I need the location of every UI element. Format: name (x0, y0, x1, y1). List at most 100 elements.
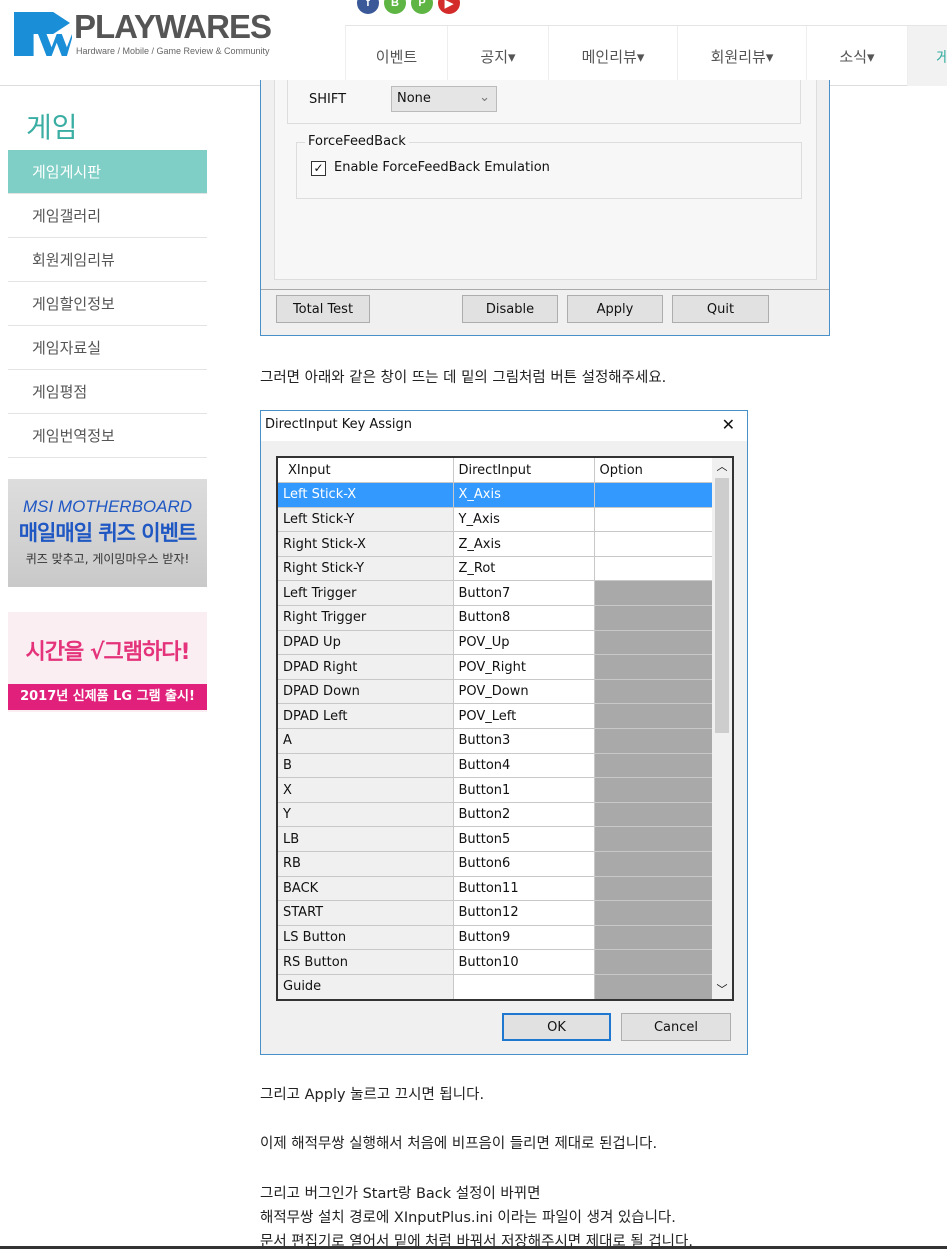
option-cell[interactable] (594, 974, 713, 999)
table-row[interactable]: DPAD Down POV_Down (278, 679, 713, 705)
sidebar-item-archive[interactable]: 게임자료실 (8, 326, 207, 370)
directinput-cell[interactable]: Z_Axis (453, 531, 595, 557)
sidebar-item-translation[interactable]: 게임번역정보 (8, 414, 207, 458)
xinput-cell[interactable]: X (278, 777, 454, 803)
directinput-cell[interactable]: Y_Axis (453, 507, 595, 533)
option-cell[interactable] (594, 728, 713, 754)
option-cell[interactable] (594, 679, 713, 705)
table-row[interactable]: Right Stick-X Z_Axis (278, 531, 713, 557)
option-cell[interactable] (594, 900, 713, 926)
table-row[interactable]: X Button1 (278, 777, 713, 803)
table-row[interactable]: DPAD Right POV_Right (278, 654, 713, 680)
directinput-cell[interactable]: Button11 (453, 876, 595, 902)
table-row[interactable]: LS Button Button9 (278, 925, 713, 951)
table-row[interactable]: DPAD Up POV_Up (278, 630, 713, 656)
nav-event[interactable]: 이벤트 (345, 26, 447, 86)
option-cell[interactable] (594, 777, 713, 803)
option-cell[interactable] (594, 802, 713, 828)
option-cell[interactable] (594, 630, 713, 656)
option-cell[interactable] (594, 826, 713, 852)
table-row[interactable]: LB Button5 (278, 826, 713, 852)
column-header-xinput[interactable]: XInput (278, 458, 454, 484)
xinput-cell[interactable]: RS Button (278, 949, 454, 975)
directinput-cell[interactable]: Button7 (453, 580, 595, 607)
xinput-cell[interactable]: RB (278, 851, 454, 877)
scrollbar-thumb[interactable] (715, 478, 729, 733)
xinput-cell[interactable]: Left Stick-X (278, 482, 454, 508)
nav-news[interactable]: 소식▾ (806, 26, 907, 86)
table-row[interactable]: BACK Button11 (278, 876, 713, 902)
xinput-cell[interactable]: DPAD Right (278, 654, 454, 680)
xinput-cell[interactable]: LB (278, 826, 454, 852)
table-row[interactable]: Left Trigger Button7 (278, 580, 713, 607)
directinput-cell[interactable]: POV_Up (453, 630, 595, 656)
option-cell[interactable] (594, 605, 713, 631)
option-cell[interactable] (594, 851, 713, 877)
directinput-cell[interactable]: POV_Right (453, 654, 595, 680)
table-row[interactable]: Y Button2 (278, 802, 713, 828)
xinput-cell[interactable]: LS Button (278, 925, 454, 951)
table-row[interactable]: A Button3 (278, 728, 713, 754)
directinput-cell[interactable]: POV_Left (453, 703, 595, 730)
xinput-cell[interactable]: A (278, 728, 454, 754)
xinput-cell[interactable]: Guide (278, 974, 454, 999)
disable-button[interactable]: Disable (462, 295, 558, 323)
ok-button[interactable]: OK (502, 1013, 611, 1041)
option-cell[interactable] (594, 949, 713, 975)
table-row[interactable]: B Button4 (278, 753, 713, 779)
directinput-cell[interactable]: Button8 (453, 605, 595, 631)
xinput-cell[interactable]: Right Stick-X (278, 531, 454, 557)
scroll-down-icon[interactable]: ﹀ (712, 981, 732, 997)
directinput-cell[interactable]: Button12 (453, 900, 595, 926)
table-row[interactable]: Guide (278, 974, 713, 999)
table-row[interactable]: RB Button6 (278, 851, 713, 877)
option-cell[interactable] (594, 507, 713, 533)
table-row[interactable]: Right Stick-Y Z_Rot (278, 556, 713, 582)
option-cell[interactable] (594, 703, 713, 730)
shift-select[interactable]: None ⌄ (391, 86, 497, 112)
directinput-cell[interactable]: Button9 (453, 925, 595, 951)
xinput-cell[interactable]: Left Stick-Y (278, 507, 454, 533)
xinput-cell[interactable]: DPAD Left (278, 703, 454, 730)
sidebar-item-rating[interactable]: 게임평점 (8, 370, 207, 414)
column-header-directinput[interactable]: DirectInput (453, 458, 595, 484)
sidebar-item-game-board[interactable]: 게임게시판 (8, 150, 207, 194)
apply-button[interactable]: Apply (567, 295, 663, 323)
directinput-cell[interactable]: Button6 (453, 851, 595, 877)
nav-notice[interactable]: 공지▾ (447, 26, 548, 86)
facebook-icon[interactable]: f (357, 0, 379, 14)
post-icon[interactable]: P (411, 0, 433, 14)
directinput-cell[interactable]: Button10 (453, 949, 595, 975)
directinput-cell[interactable]: Button3 (453, 728, 595, 754)
table-row[interactable]: START Button12 (278, 900, 713, 926)
option-cell[interactable] (594, 925, 713, 951)
nav-main-review[interactable]: 메인리뷰▾ (548, 26, 677, 86)
xinput-cell[interactable]: DPAD Up (278, 630, 454, 656)
sidebar-item-member-review[interactable]: 회원게임리뷰 (8, 238, 207, 282)
option-cell[interactable] (594, 531, 713, 557)
nav-game[interactable]: 게 (907, 26, 947, 86)
option-cell[interactable] (594, 876, 713, 902)
forcefeedback-checkbox[interactable]: ✓ (311, 161, 326, 176)
directinput-cell[interactable]: Button5 (453, 826, 595, 852)
scroll-up-icon[interactable]: ︿ (712, 458, 732, 476)
xinput-cell[interactable]: Left Trigger (278, 580, 454, 607)
directinput-cell[interactable]: Z_Rot (453, 556, 595, 582)
xinput-cell[interactable]: Right Stick-Y (278, 556, 454, 582)
directinput-cell[interactable]: POV_Down (453, 679, 595, 705)
directinput-cell[interactable]: Button4 (453, 753, 595, 779)
xinput-cell[interactable]: BACK (278, 876, 454, 902)
table-row[interactable]: RS Button Button10 (278, 949, 713, 975)
close-icon[interactable]: ✕ (722, 415, 735, 434)
sidebar-item-game-gallery[interactable]: 게임갤러리 (8, 194, 207, 238)
table-row[interactable]: Left Stick-X X_Axis (278, 482, 713, 508)
directinput-cell[interactable] (453, 974, 595, 999)
directinput-cell[interactable]: Button2 (453, 802, 595, 828)
total-test-button[interactable]: Total Test (276, 295, 370, 323)
xinput-cell[interactable]: DPAD Down (278, 679, 454, 705)
table-row[interactable]: DPAD Left POV_Left (278, 703, 713, 730)
directinput-cell[interactable]: Button1 (453, 777, 595, 803)
youtube-icon[interactable]: ▶ (438, 0, 460, 14)
xinput-cell[interactable]: B (278, 753, 454, 779)
xinput-cell[interactable]: Y (278, 802, 454, 828)
